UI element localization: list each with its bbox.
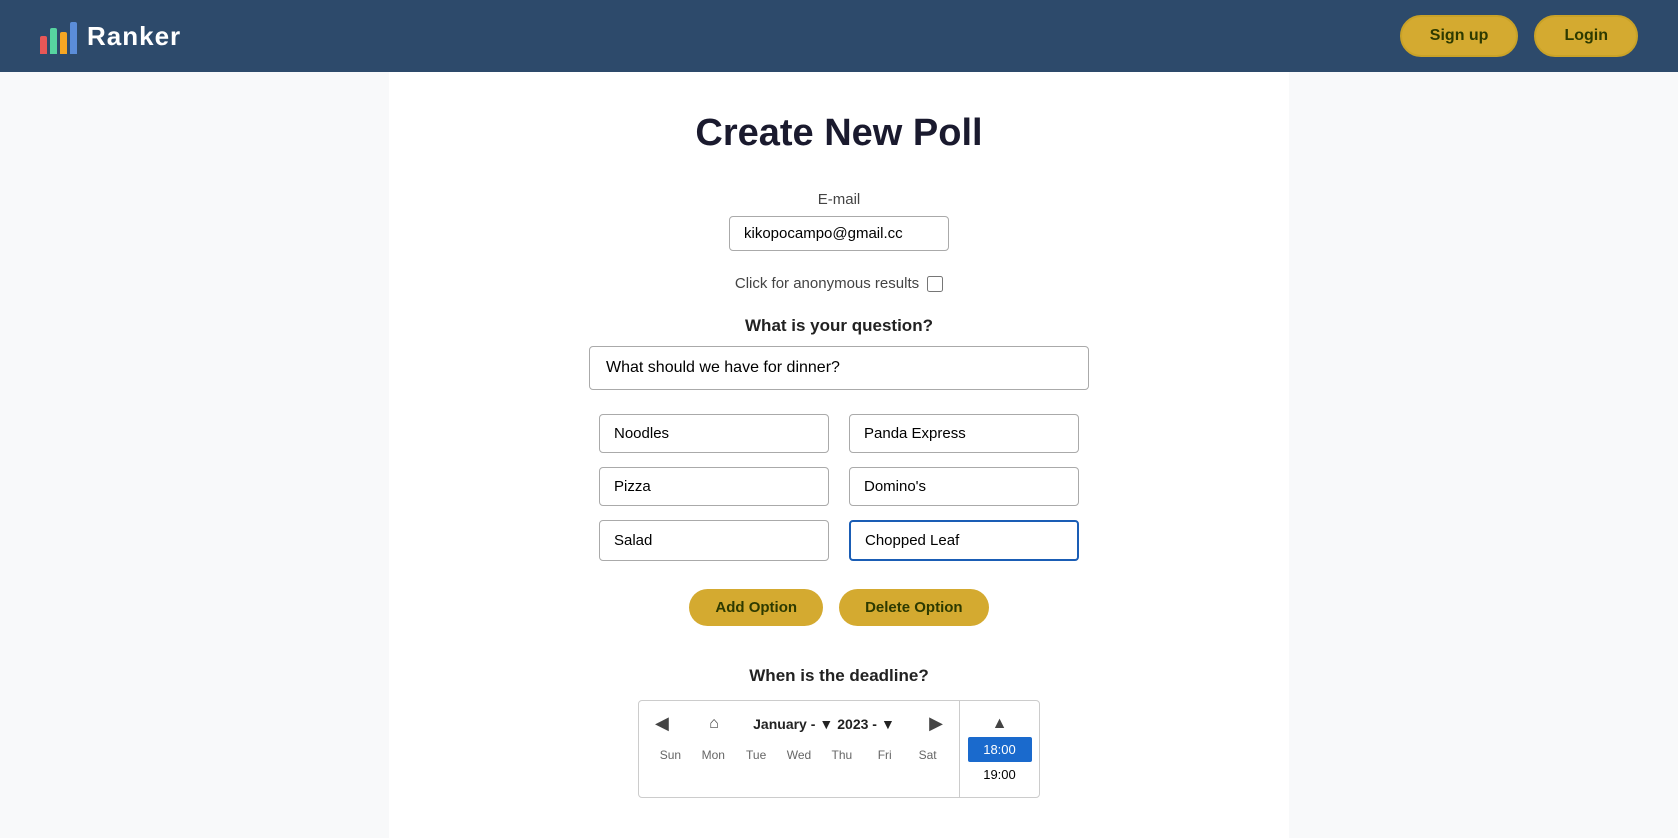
cal-prev-button[interactable]: ◀ xyxy=(649,711,675,736)
options-section xyxy=(409,414,1269,561)
bar1 xyxy=(40,36,47,54)
cal-year: 2023 - xyxy=(837,716,877,732)
question-section: What is your question? xyxy=(409,316,1269,390)
action-buttons: Add Option Delete Option xyxy=(409,589,1269,626)
option-2-left[interactable] xyxy=(599,467,829,506)
time-slot-next[interactable]: 19:00 xyxy=(968,762,1032,787)
logo-area: Ranker xyxy=(40,18,181,54)
delete-option-button[interactable]: Delete Option xyxy=(839,589,989,626)
cal-day-label: Tue xyxy=(735,744,778,766)
question-input[interactable] xyxy=(589,346,1089,390)
bar3 xyxy=(60,32,67,54)
option-1-left[interactable] xyxy=(599,414,829,453)
anonymous-checkbox[interactable] xyxy=(927,276,943,292)
bar2 xyxy=(50,28,57,54)
cal-day-label: Thu xyxy=(820,744,863,766)
time-picker: ▲ 18:00 19:00 xyxy=(959,701,1039,797)
signup-button[interactable]: Sign up xyxy=(1400,15,1519,57)
cal-month: January - xyxy=(753,716,815,732)
cal-day-label: Sun xyxy=(649,744,692,766)
logo-label: Ranker xyxy=(87,21,181,52)
option-3-right[interactable] xyxy=(849,520,1079,561)
main-content: Create New Poll E-mail Click for anonymo… xyxy=(389,72,1289,838)
cal-day-label: Wed xyxy=(778,744,821,766)
cal-day-label: Mon xyxy=(692,744,735,766)
header: Ranker Sign up Login xyxy=(0,0,1678,72)
options-row-1 xyxy=(599,414,1079,453)
header-buttons: Sign up Login xyxy=(1400,15,1638,57)
cal-next-button[interactable]: ▶ xyxy=(923,711,949,736)
email-section: E-mail xyxy=(409,191,1269,251)
option-1-right[interactable] xyxy=(849,414,1079,453)
deadline-section: When is the deadline? ◀ ⌂ January - ▼ 20… xyxy=(409,666,1269,798)
calendar-days-header: SunMonTueWedThuFriSat xyxy=(649,744,949,766)
logo-icon xyxy=(40,18,77,54)
email-label: E-mail xyxy=(818,191,861,208)
cal-month-arrow: ▼ xyxy=(819,716,833,732)
cal-month-year: January - ▼ 2023 - ▼ xyxy=(753,716,895,732)
cal-day-label: Fri xyxy=(863,744,906,766)
options-row-3 xyxy=(599,520,1079,561)
anonymous-label: Click for anonymous results xyxy=(735,275,919,292)
bar4 xyxy=(70,22,77,54)
add-option-button[interactable]: Add Option xyxy=(689,589,823,626)
anonymous-row: Click for anonymous results xyxy=(409,275,1269,292)
options-row-2 xyxy=(599,467,1079,506)
calendar-widget: ◀ ⌂ January - ▼ 2023 - ▼ ▶ SunMonTueWedT… xyxy=(638,700,1040,798)
login-button[interactable]: Login xyxy=(1534,15,1638,57)
option-3-left[interactable] xyxy=(599,520,829,561)
time-slot-selected[interactable]: 18:00 xyxy=(968,737,1032,762)
cal-year-arrow: ▼ xyxy=(881,716,895,732)
email-input[interactable] xyxy=(729,216,949,251)
calendar-main: ◀ ⌂ January - ▼ 2023 - ▼ ▶ SunMonTueWedT… xyxy=(639,701,959,797)
time-up-button[interactable]: ▲ xyxy=(988,711,1012,737)
cal-home-button[interactable]: ⌂ xyxy=(703,713,725,735)
calendar-header: ◀ ⌂ January - ▼ 2023 - ▼ ▶ xyxy=(649,711,949,736)
deadline-label: When is the deadline? xyxy=(409,666,1269,686)
cal-day-label: Sat xyxy=(906,744,949,766)
page-title: Create New Poll xyxy=(409,112,1269,155)
option-2-right[interactable] xyxy=(849,467,1079,506)
question-label: What is your question? xyxy=(409,316,1269,336)
